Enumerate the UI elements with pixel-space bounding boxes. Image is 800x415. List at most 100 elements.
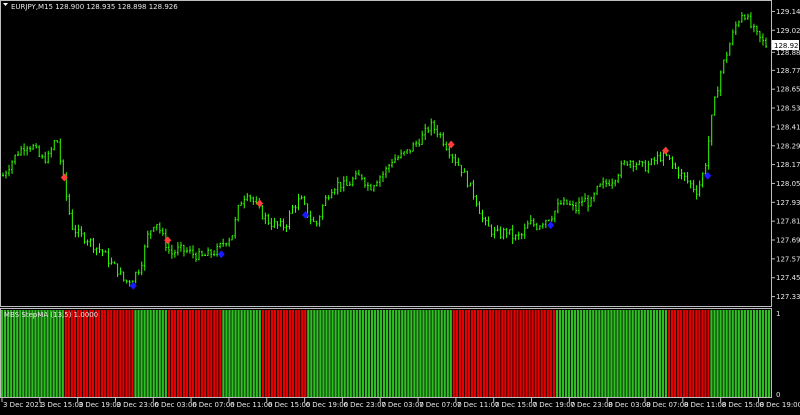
buy-signal-marker (217, 250, 225, 259)
indicator-bar (195, 310, 198, 397)
indicator-bar (376, 310, 380, 397)
indicator-bar (558, 310, 562, 397)
indicator-bar (185, 310, 189, 397)
indicator-bar (431, 310, 434, 397)
indicator-bar (528, 310, 531, 397)
indicator-bar (355, 310, 358, 397)
indicator-bar (204, 310, 207, 397)
indicator-bar (13, 310, 16, 397)
indicator-bar (188, 310, 192, 397)
indicator-bar (498, 310, 501, 397)
price-label: 128.530 (776, 105, 800, 113)
indicator-bar (61, 310, 64, 397)
indicator-bar (64, 310, 67, 397)
indicator-bar (76, 310, 80, 397)
indicator-bar (231, 310, 234, 397)
indicator-bar (295, 310, 298, 397)
indicator-bar (401, 310, 404, 397)
time-label: 6 Dec 23:00 (343, 401, 386, 409)
indicator-bar (583, 310, 586, 397)
indicator-bar (240, 310, 243, 397)
indicator-bar (131, 310, 134, 397)
indicator-bar (704, 310, 707, 397)
indicator-bar (661, 310, 665, 397)
indicator-bar (191, 310, 195, 397)
indicator-bar (734, 310, 737, 397)
indicator-bar (1, 310, 4, 397)
indicator-bar (370, 310, 374, 397)
indicator-bar (19, 310, 22, 397)
indicator-bar (213, 310, 216, 397)
indicator-bar (643, 310, 646, 397)
indicator-bar (664, 310, 668, 397)
indicator-bar (446, 310, 449, 397)
indicator-bar (722, 310, 725, 397)
indicator-bar (222, 310, 225, 397)
indicator-bar (640, 310, 643, 397)
indicator-bar (507, 310, 510, 397)
indicator-bar (613, 310, 616, 397)
time-label: 6 Dec 07:00 (192, 401, 235, 409)
indicator-bar (437, 310, 440, 397)
indicator-title: MBS StepMA (13,5) 1.0000 (4, 311, 98, 319)
price-label: 127.810 (776, 218, 800, 226)
indicator-bar (173, 310, 177, 397)
indicator-bar (416, 310, 419, 397)
indicator-bar (598, 310, 601, 397)
price-label: 129.025 (776, 27, 800, 35)
time-label: 3 Dec 15:00 (41, 401, 84, 409)
indicator-bar (16, 310, 19, 397)
chart-title: EURJPY,M15 128.900 128.935 128.898 128.9… (11, 3, 178, 11)
indicator-bar (261, 310, 264, 397)
price-label: 128.650 (776, 86, 800, 94)
time-label: 7 Dec 11:00 (457, 401, 500, 409)
indicator-bar (513, 310, 516, 397)
indicator-bar (31, 310, 34, 397)
indicator-bar (689, 310, 692, 397)
indicator-bar (237, 310, 240, 397)
indicator-histogram (1, 310, 771, 397)
indicator-bar (686, 310, 689, 397)
indicator-bar (116, 310, 119, 397)
indicator-bar (716, 310, 719, 397)
indicator-bar (364, 310, 368, 397)
indicator-bar (40, 310, 43, 397)
chart-menu-triangle-icon[interactable] (3, 3, 8, 6)
indicator-bar (276, 310, 280, 397)
indicator-bar (146, 310, 149, 397)
indicator-bar (161, 310, 164, 397)
indicator-bar (564, 310, 568, 397)
indicator-bar (267, 310, 271, 397)
time-label: 7 Dec 07:00 (419, 401, 462, 409)
indicator-bar (346, 310, 349, 397)
indicator-bar (70, 310, 73, 397)
indicator-bar (701, 310, 704, 397)
indicator-bar (282, 310, 286, 397)
indicator-bar (767, 310, 771, 397)
time-axis: 3 Dec 20213 Dec 15:003 Dec 19:003 Dec 23… (1, 398, 800, 409)
indicator-bar (725, 310, 728, 397)
indicator-bar (652, 310, 656, 397)
indicator-bar (601, 310, 604, 397)
indicator-bar (225, 310, 228, 397)
candlestick-series (2, 12, 767, 287)
mt4-chart-window[interactable]: 129.145129.025128.885128.770128.650128.5… (0, 0, 800, 411)
price-label: 127.690 (776, 237, 800, 245)
indicator-bar (25, 310, 28, 397)
indicator-bar (352, 310, 355, 397)
indicator-bar (107, 310, 110, 397)
indicator-bar (749, 310, 753, 397)
chart-canvas[interactable]: 129.145129.025128.885128.770128.650128.5… (0, 0, 800, 411)
indicator-bar (67, 310, 70, 397)
indicator-bar (764, 310, 768, 397)
indicator-bar (746, 310, 749, 397)
indicator-bar (58, 310, 61, 397)
indicator-bar (467, 310, 471, 397)
indicator-bar (695, 310, 698, 397)
indicator-bar (316, 310, 319, 397)
indicator-bar (710, 310, 713, 397)
indicator-bar (555, 310, 558, 397)
price-label: 127.930 (776, 199, 800, 207)
indicator-bar (210, 310, 213, 397)
indicator-bar (91, 310, 95, 397)
